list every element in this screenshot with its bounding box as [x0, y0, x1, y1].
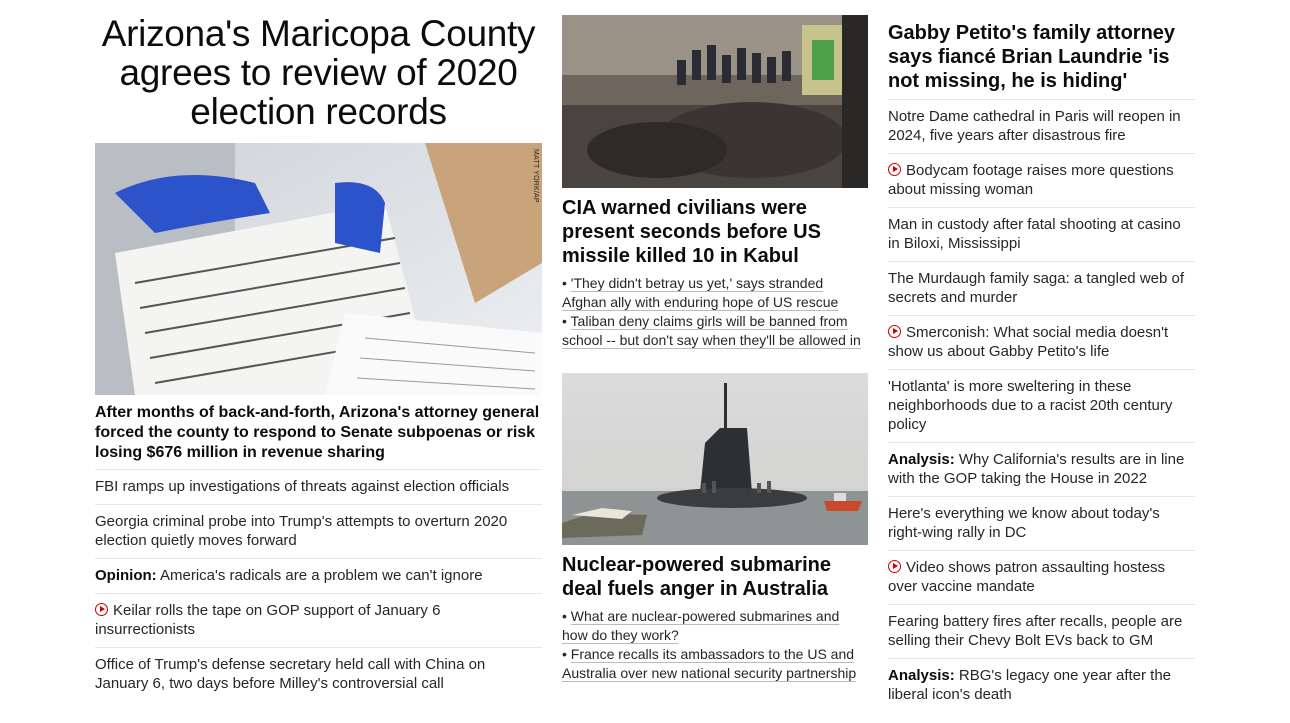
kabul-related-links: • 'They didn't betray us yet,' says stra… [562, 274, 868, 350]
analysis-label: Analysis: [888, 451, 955, 468]
list-item[interactable]: Smerconish: What social media doesn't sh… [888, 315, 1195, 369]
kabul-headline[interactable]: CIA warned civilians were present second… [562, 196, 868, 268]
play-video-icon [888, 325, 901, 338]
list-item[interactable]: • Taliban deny claims girls will be bann… [562, 312, 868, 350]
photo-credit: MATT YORK/AP [532, 149, 539, 203]
list-item[interactable]: Video shows patron assaulting hostess ov… [888, 550, 1195, 604]
submarine-headline[interactable]: Nuclear-powered submarine deal fuels ang… [562, 553, 868, 601]
list-item[interactable]: Opinion: America's radicals are a proble… [95, 558, 542, 593]
list-item[interactable]: Analysis: Why California's results are i… [888, 442, 1195, 496]
play-video-icon [888, 163, 901, 176]
list-item[interactable]: 'Hotlanta' is more sweltering in these n… [888, 369, 1195, 442]
play-video-icon [888, 560, 901, 573]
play-video-icon [95, 603, 108, 616]
list-item[interactable]: The Murdaugh family saga: a tangled web … [888, 261, 1195, 315]
list-item[interactable]: • France recalls its ambassadors to the … [562, 645, 868, 683]
hero-headline[interactable]: Arizona's Maricopa County agrees to revi… [95, 14, 542, 131]
list-item[interactable]: Notre Dame cathedral in Paris will reope… [888, 99, 1195, 153]
list-item[interactable]: • 'They didn't betray us yet,' says stra… [562, 274, 868, 312]
submarine-related-links: • What are nuclear-powered submarines an… [562, 607, 868, 683]
list-item[interactable]: Office of Trump's defense secretary held… [95, 647, 542, 701]
list-item[interactable]: Here's everything we know about today's … [888, 496, 1195, 550]
list-item[interactable]: Analysis: RBG's legacy one year after th… [888, 658, 1195, 712]
lead-column: Arizona's Maricopa County agrees to revi… [95, 0, 542, 701]
kabul-photo[interactable] [562, 15, 868, 188]
list-item[interactable]: • What are nuclear-powered submarines an… [562, 607, 868, 645]
middle-column: CIA warned civilians were present second… [562, 0, 868, 683]
list-item[interactable]: Keilar rolls the tape on GOP support of … [95, 593, 542, 647]
submarine-photo[interactable] [562, 373, 868, 545]
list-item[interactable]: Fearing battery fires after recalls, peo… [888, 604, 1195, 658]
analysis-label: Analysis: [888, 667, 955, 684]
list-item[interactable]: Bodycam footage raises more questions ab… [888, 153, 1195, 207]
list-item[interactable]: FBI ramps up investigations of threats a… [95, 469, 542, 504]
opinion-label: Opinion: [95, 567, 157, 584]
lead-summary[interactable]: After months of back-and-forth, Arizona'… [95, 403, 542, 463]
petito-headline[interactable]: Gabby Petito's family attorney says fian… [888, 21, 1195, 93]
right-column: Gabby Petito's family attorney says fian… [888, 0, 1195, 712]
list-item[interactable]: Georgia criminal probe into Trump's atte… [95, 504, 542, 558]
list-item[interactable]: Man in custody after fatal shooting at c… [888, 207, 1195, 261]
ballot-photo[interactable]: MATT YORK/AP [95, 143, 542, 395]
